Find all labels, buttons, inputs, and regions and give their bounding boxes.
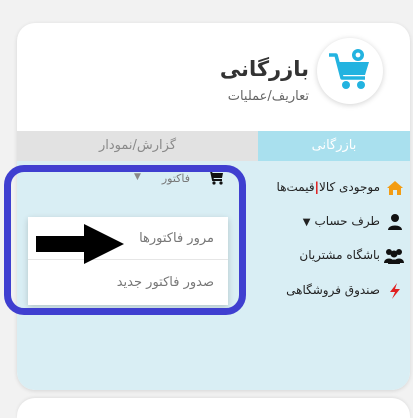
bolt-icon <box>386 282 404 303</box>
sidebar-item-label: موجودی کالا|قیمت‌ها <box>277 180 380 194</box>
chevron-down-icon: ▼ <box>302 217 311 228</box>
next-card <box>17 398 410 418</box>
accounts-label: طرف حساب <box>314 214 380 228</box>
app-subtitle: تعاریف/عملیات <box>227 89 309 104</box>
sidebar-item-accounts[interactable]: طرف حساب▼ <box>260 207 410 237</box>
user-icon <box>386 213 404 234</box>
sidebar-item-label: طرف حساب▼ <box>303 214 380 228</box>
sidebar-item-label: صندوق فروشگاهی <box>286 283 380 297</box>
users-icon <box>384 247 404 268</box>
inventory-label: موجودی کالا <box>318 180 380 194</box>
app-title: بازرگانی <box>219 57 309 81</box>
app-logo <box>317 38 383 104</box>
tab-reports[interactable]: گزارش/نمودار <box>17 131 258 161</box>
prices-label: قیمت‌ها <box>276 180 315 194</box>
tab-bar: بازرگانی گزارش/نمودار <box>17 131 410 161</box>
sidebar-item-cash-register[interactable]: صندوق فروشگاهی <box>260 276 410 306</box>
shopping-cart-gear-icon <box>329 49 369 89</box>
sidebar-item-label: باشگاه مشتریان <box>299 248 380 262</box>
sidebar-item-inventory-prices[interactable]: موجودی کالا|قیمت‌ها <box>260 173 410 203</box>
arrow-right-icon <box>36 224 124 264</box>
tab-commerce[interactable]: بازرگانی <box>258 131 410 161</box>
home-icon <box>386 179 404 200</box>
sidebar-item-customer-club[interactable]: باشگاه مشتریان <box>260 241 410 271</box>
